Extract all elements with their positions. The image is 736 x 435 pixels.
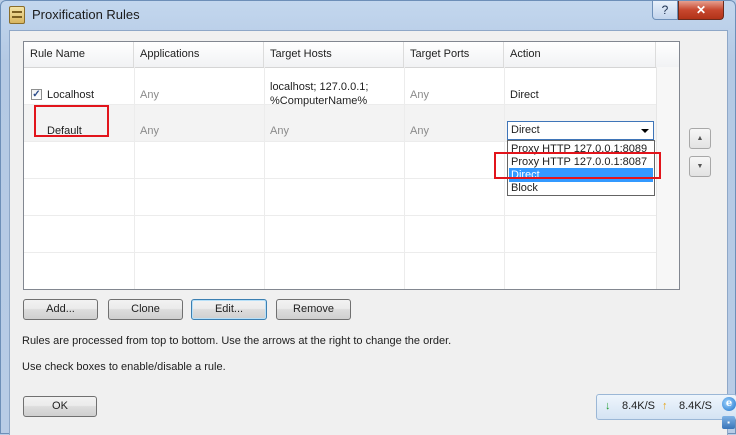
- rule-enable-checkbox[interactable]: ✓: [31, 89, 42, 100]
- column-header-target-hosts[interactable]: Target Hosts: [264, 42, 404, 67]
- row-divider: [24, 252, 679, 253]
- applications-cell: Any: [140, 89, 159, 101]
- window-title: Proxification Rules: [32, 7, 140, 22]
- close-button[interactable]: ✕: [678, 1, 724, 20]
- applications-cell: Any: [140, 125, 159, 137]
- edit-button[interactable]: Edit...: [191, 299, 267, 320]
- title-bar[interactable]: Proxification Rules ? ✕: [1, 1, 735, 29]
- column-header-action[interactable]: Action: [504, 42, 656, 67]
- order-note: Rules are processed from top to bottom. …: [22, 335, 452, 347]
- move-up-button[interactable]: ▲: [689, 128, 711, 149]
- network-speed-widget: ↓ 8.4K/S ↑ 8.4K/S: [596, 394, 736, 420]
- column-header-rule-name[interactable]: Rule Name: [24, 42, 134, 67]
- arrow-up-icon: ↑: [662, 400, 668, 412]
- help-button[interactable]: ?: [652, 1, 678, 20]
- table-header: Rule Name Applications Target Hosts Targ…: [24, 42, 679, 68]
- target-hosts-line1: localhost; 127.0.0.1;: [270, 81, 369, 93]
- target-ports-cell: Any: [410, 89, 429, 101]
- checkbox-note: Use check boxes to enable/disable a rule…: [22, 361, 226, 373]
- add-button[interactable]: Add...: [23, 299, 98, 320]
- target-hosts-line2: %ComputerName%: [270, 95, 368, 107]
- ok-button[interactable]: OK: [23, 396, 97, 417]
- action-dropdown-value: Direct: [511, 124, 540, 136]
- chevron-down-icon[interactable]: [641, 129, 649, 133]
- arrow-down-icon: ↓: [605, 400, 611, 412]
- column-header-applications[interactable]: Applications: [134, 42, 264, 67]
- rules-app-icon: [9, 6, 25, 24]
- action-cell: Direct: [510, 89, 539, 101]
- row-divider: [24, 215, 679, 216]
- annotation-box-default: [34, 105, 109, 137]
- remove-button[interactable]: Remove: [276, 299, 351, 320]
- move-down-button[interactable]: ▼: [689, 156, 711, 177]
- target-ports-cell: Any: [410, 125, 429, 137]
- column-header-target-ports[interactable]: Target Ports: [404, 42, 504, 67]
- clone-button[interactable]: Clone: [108, 299, 183, 320]
- proxification-rules-window: Proxification Rules ? ✕ Rule Name Applic…: [0, 0, 736, 435]
- target-hosts-cell: Any: [270, 125, 289, 137]
- option-block[interactable]: Block: [509, 181, 653, 195]
- annotation-box-direct: [494, 152, 661, 179]
- download-speed: 8.4K/S: [622, 400, 656, 412]
- browser-icon[interactable]: e: [722, 397, 736, 411]
- upload-speed: 8.4K/S: [679, 400, 713, 412]
- action-dropdown[interactable]: Direct: [507, 121, 654, 140]
- rule-name-localhost[interactable]: Localhost: [47, 89, 94, 101]
- window-icon[interactable]: ▪: [722, 416, 735, 429]
- dialog-body: Rule Name Applications Target Hosts Targ…: [9, 30, 728, 435]
